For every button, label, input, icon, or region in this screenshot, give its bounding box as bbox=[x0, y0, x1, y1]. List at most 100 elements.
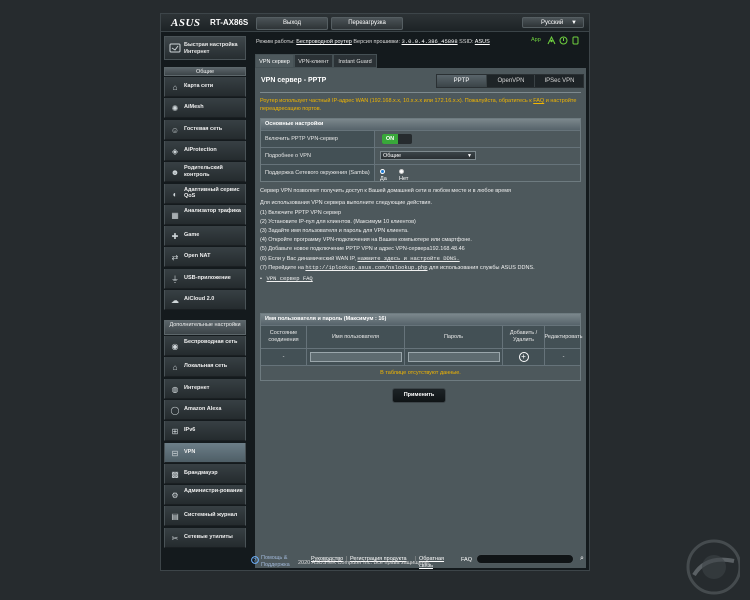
sidebar-item-open-nat[interactable]: ⇄ Open NAT bbox=[164, 247, 246, 268]
usb-icon: ⏚ bbox=[171, 274, 179, 284]
sidebar-item-cloud[interactable]: ☁ AiCloud 2.0 bbox=[164, 290, 246, 310]
tab-vpn-client[interactable]: VPN-клиент bbox=[294, 54, 333, 68]
warning-text: Роутер использует частный IP-адрес WAN (… bbox=[260, 98, 532, 104]
protocol-pptp[interactable]: PPTP bbox=[437, 75, 486, 87]
sidebar-item-label: Беспроводная сеть bbox=[184, 339, 238, 345]
tab-instant-guard[interactable]: Instant Guard bbox=[333, 54, 377, 68]
sidebar-item-label: AiCloud 2.0 bbox=[184, 296, 215, 302]
sidebar-item-label: Администри-рование bbox=[184, 488, 243, 495]
svg-text:?: ? bbox=[253, 558, 256, 564]
reboot-button[interactable]: Перезагрузка bbox=[331, 17, 403, 30]
divider bbox=[260, 92, 581, 93]
mode-link[interactable]: Беспроводной роутер bbox=[296, 39, 352, 45]
sidebar-item-wireless[interactable]: ◉ Беспроводная сеть bbox=[164, 336, 246, 356]
apply-button[interactable]: Применить bbox=[392, 388, 446, 403]
sidebar-item-alexa[interactable]: ◯ Amazon Alexa bbox=[164, 399, 246, 420]
wan-warning: Роутер использует частный IP-адрес WAN (… bbox=[260, 97, 578, 113]
user-table: Имя пользователя и пароль (Максимум : 16… bbox=[260, 313, 583, 381]
internet-status-icon[interactable] bbox=[559, 36, 568, 45]
password-input[interactable] bbox=[407, 352, 500, 362]
sidebar-item-qos[interactable]: ◐ Адаптивный сервис QoS bbox=[164, 183, 246, 204]
warning-faq-link[interactable]: FAQ bbox=[533, 98, 544, 104]
help-support-link[interactable]: Помощь & Поддержка bbox=[261, 555, 301, 568]
sidebar-item-system-log[interactable]: ▤ Системный журнал bbox=[164, 506, 246, 527]
open-nat-icon: ⇄ bbox=[171, 253, 179, 263]
sidebar-item-ipv6[interactable]: ⊞ IPv6 bbox=[164, 421, 246, 442]
sidebar-item-shield[interactable]: ◈ AiProtection bbox=[164, 140, 246, 161]
app-label[interactable]: App bbox=[531, 37, 541, 43]
system-log-icon: ▤ bbox=[171, 512, 179, 522]
sidebar-item-label: Брандмауэр bbox=[184, 469, 218, 476]
step-1: (1) Включите PPTP VPN сервер bbox=[260, 210, 342, 216]
sidebar-item-vpn[interactable]: ⊟ VPN bbox=[164, 442, 246, 463]
sidebar-item-label: AiProtection bbox=[184, 146, 217, 153]
faq-search-input[interactable] bbox=[476, 554, 574, 564]
chevron-down-icon: ▼ bbox=[467, 153, 472, 159]
sidebar-item-traffic-analyzer[interactable]: ▦ Анализатор трафика bbox=[164, 204, 246, 225]
sidebar-item-label: VPN bbox=[184, 448, 196, 455]
language-select[interactable]: Русский ▼ bbox=[522, 17, 584, 28]
enable-row: Включить PPTP VPN-сервер ON bbox=[261, 130, 580, 147]
sidebar-item-administration[interactable]: ⚙ Администри-рование bbox=[164, 485, 246, 506]
sidebar-item-lan[interactable]: ⌂ Локальная сеть bbox=[164, 357, 246, 378]
search-icon[interactable]: ⌕ bbox=[577, 554, 587, 564]
username-cell bbox=[307, 349, 405, 365]
quick-setup-icon bbox=[169, 43, 181, 53]
sidebar-item-network-tools[interactable]: ✂ Сетевые утилиты bbox=[164, 527, 246, 548]
step-4: (4) Откройте программу VPN-подключения н… bbox=[260, 237, 472, 243]
ddns-link[interactable]: нажмите здесь и настройте DDNS. bbox=[357, 255, 459, 262]
faq-item: • VPN сервер FAQ bbox=[260, 275, 313, 282]
sidebar-item-label: Game bbox=[184, 232, 200, 239]
sidebar-item-label: Amazon Alexa bbox=[184, 405, 222, 412]
step-5: (5) Добавьте новое подключение PPTP VPN … bbox=[260, 246, 465, 252]
sidebar-item-label: Родительский контроль bbox=[184, 165, 223, 178]
samba-no-radio[interactable]: Нет bbox=[399, 169, 408, 183]
ssid-label: SSID: bbox=[459, 39, 474, 45]
sidebar-item-globe[interactable]: ◍ Интернет bbox=[164, 378, 246, 399]
toggle-on-label: ON bbox=[382, 134, 398, 144]
sidebar-item-parental-control[interactable]: ☻ Родительский контроль bbox=[164, 162, 246, 183]
enable-toggle[interactable]: ON bbox=[382, 134, 412, 144]
protocol-openvpn[interactable]: OpenVPN bbox=[486, 75, 535, 87]
sidebar-item-label: Интернет bbox=[184, 384, 210, 391]
sidebar-item-label: AiMesh bbox=[184, 104, 204, 111]
general-section-header: Общие bbox=[164, 67, 246, 76]
sidebar-item-guest-network[interactable]: ☺ Гостевая сеть bbox=[164, 119, 246, 140]
sidebar-item-aimesh[interactable]: ✺ AiMesh bbox=[164, 98, 246, 119]
step-6: (6) Если у Вас динамический WAN IP, нажм… bbox=[260, 255, 460, 262]
qos-icon: ◐ bbox=[172, 189, 178, 199]
logout-button[interactable]: Выход bbox=[256, 17, 328, 30]
tab-vpn-server[interactable]: VPN сервер bbox=[255, 54, 294, 68]
col-add-remove: Добавить / Удалить bbox=[503, 326, 545, 348]
protocol-ipsec[interactable]: IPSec VPN bbox=[534, 75, 584, 87]
sidebar-item-label: Сетевые утилиты bbox=[184, 533, 233, 540]
sidebar-item-network-map[interactable]: ⌂ Карта сети bbox=[164, 77, 246, 97]
sidebar-item-label: Локальная сеть bbox=[184, 363, 228, 370]
quick-setup-button[interactable]: Быстрая настройка Интернет bbox=[164, 36, 246, 60]
cloud-icon: ☁ bbox=[171, 296, 179, 305]
ssid-link[interactable]: ASUS bbox=[475, 39, 490, 45]
sidebar-item-firewall[interactable]: ▩ Брандмауэр bbox=[164, 463, 246, 484]
network-status-icon[interactable] bbox=[547, 36, 556, 45]
vpn-server-panel: VPN сервер - PPTP PPTP OpenVPN IPSec VPN… bbox=[255, 68, 586, 568]
sidebar-item-gamepad[interactable]: ✚ Game bbox=[164, 226, 246, 247]
sidebar-item-usb[interactable]: ⏚ USB-приложение bbox=[164, 268, 246, 289]
add-user-button[interactable]: + bbox=[518, 352, 529, 362]
sidebar-item-label: IPv6 bbox=[184, 427, 196, 434]
enable-label: Включить PPTP VPN-сервер bbox=[261, 131, 375, 147]
samba-yes-label: Да bbox=[380, 176, 387, 182]
samba-yes-radio[interactable]: Да bbox=[380, 169, 387, 183]
protocol-selector: PPTP OpenVPN IPSec VPN bbox=[436, 74, 584, 88]
usb-status-icon[interactable] bbox=[571, 36, 580, 45]
guest-network-icon: ☺ bbox=[170, 125, 180, 135]
network-map-icon: ⌂ bbox=[172, 83, 178, 92]
vpn-faq-link[interactable]: VPN сервер FAQ bbox=[267, 275, 313, 282]
password-cell bbox=[405, 349, 503, 365]
copyright: 2020 ASUSTeK Computer Inc. Все права защ… bbox=[298, 560, 431, 566]
sidebar-item-label: Адаптивный сервис QoS bbox=[184, 186, 240, 200]
firmware-link[interactable]: 3.0.0.4.386_45898 bbox=[402, 38, 458, 45]
details-select[interactable]: Общие ▼ bbox=[380, 151, 476, 160]
administration-icon: ⚙ bbox=[171, 491, 179, 501]
nslookup-link[interactable]: http://iplookup.asus.com/nslookup.php bbox=[305, 264, 427, 271]
username-input[interactable] bbox=[309, 352, 402, 362]
